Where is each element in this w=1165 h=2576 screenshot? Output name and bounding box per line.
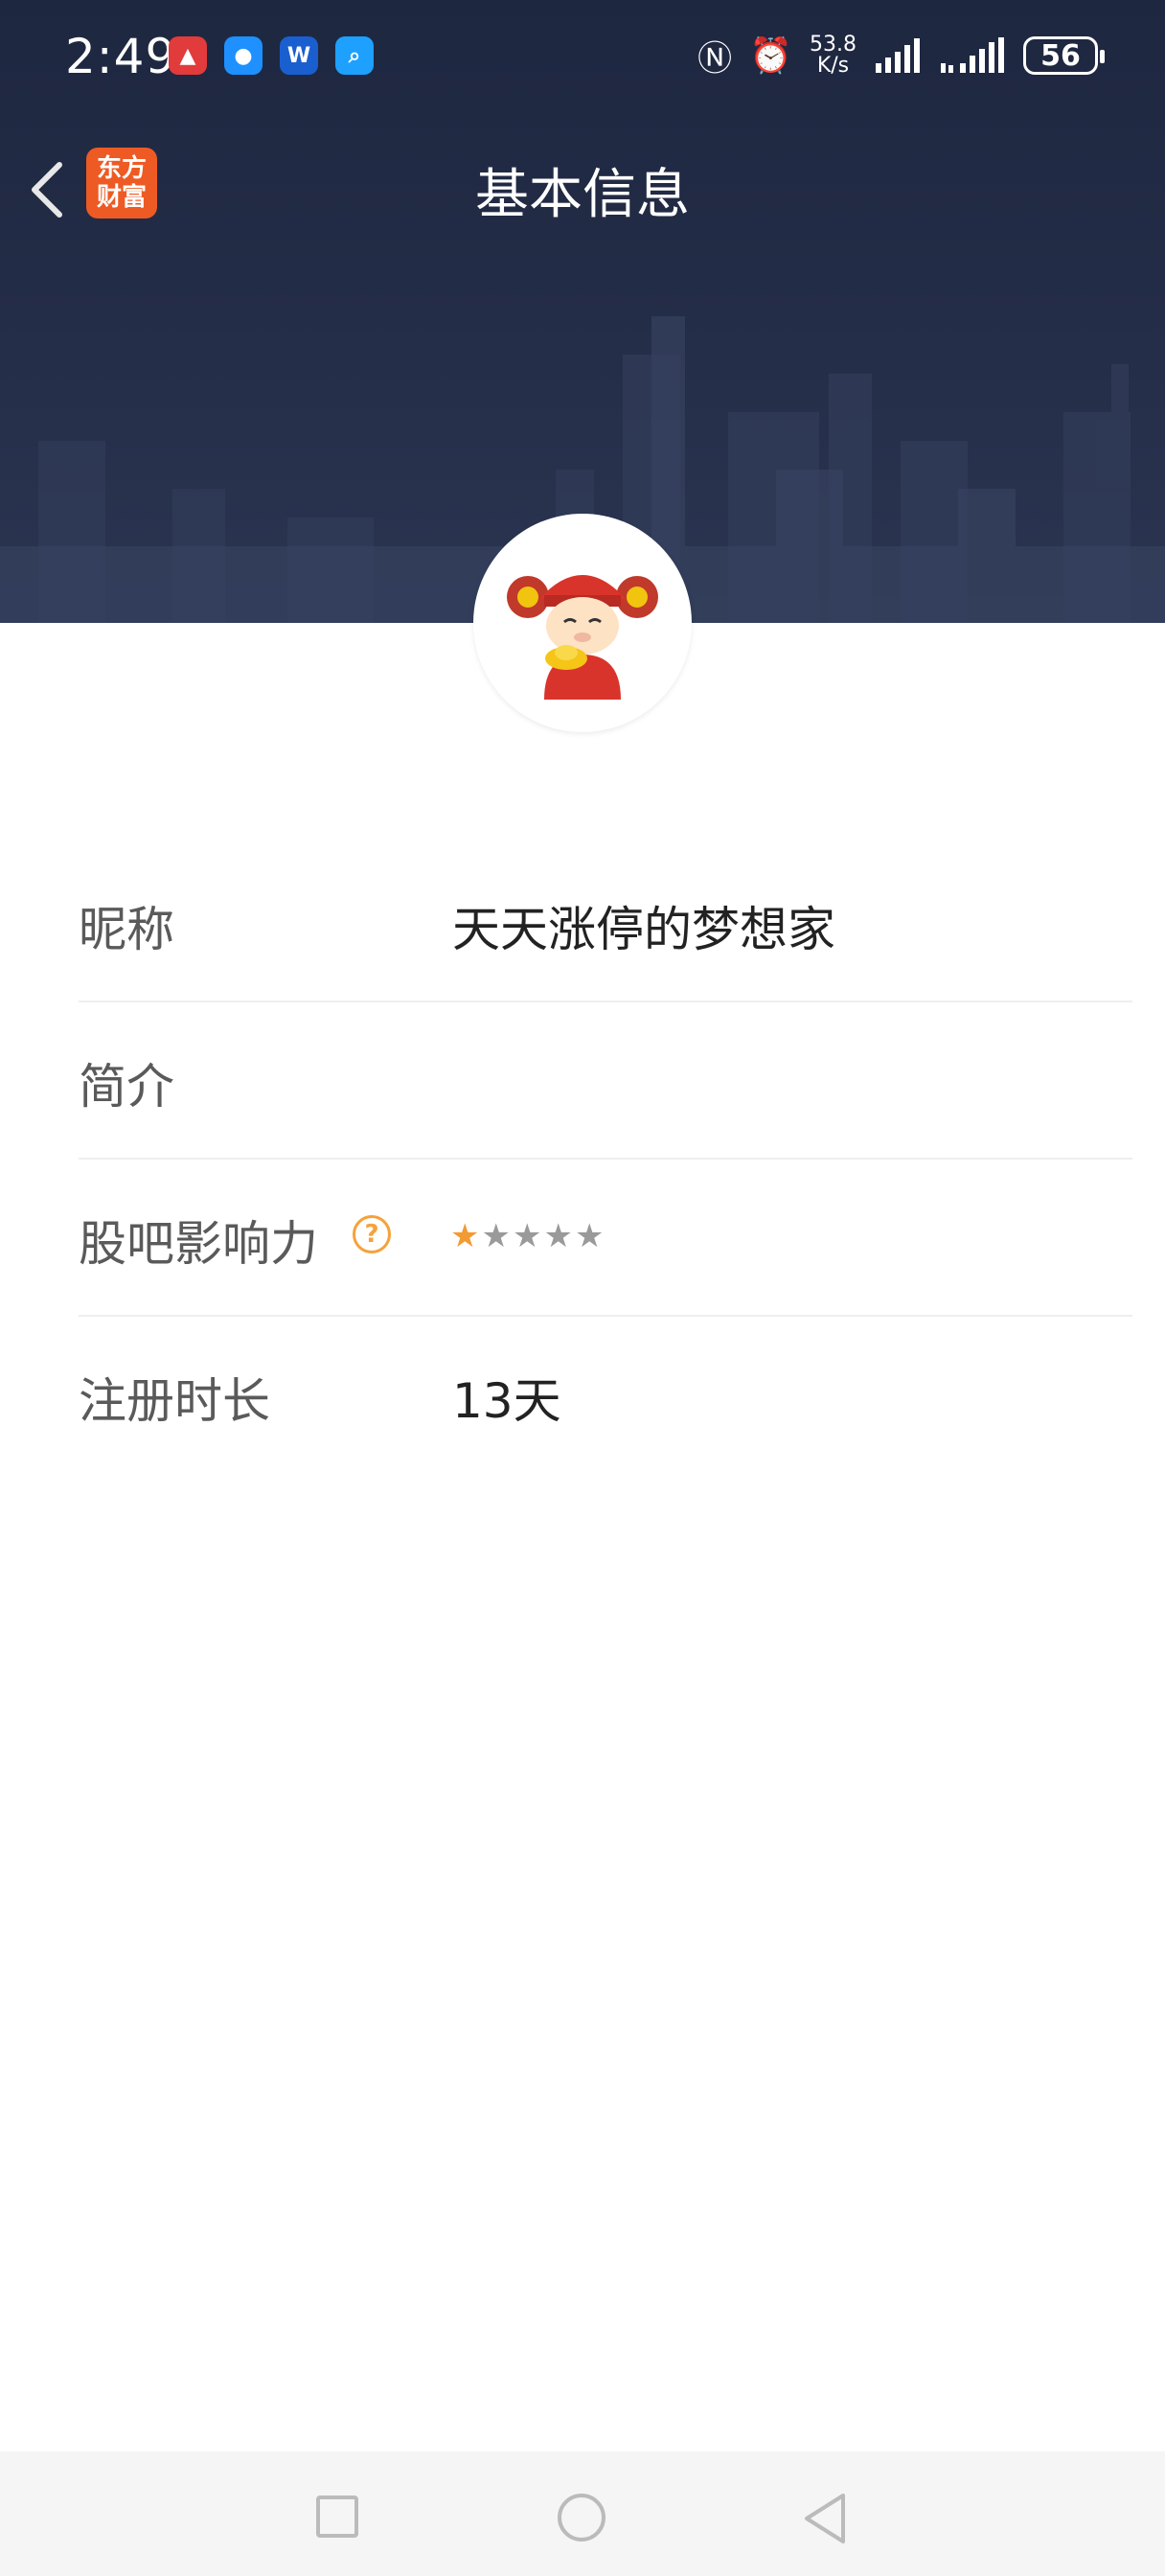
system-icons: Ⓝ ⏰ 53.8 K/s 56 [697,31,1105,80]
message-notification-icon: ● [224,36,263,75]
influence-rating: ★ ★ ★ ★ ★ [450,1217,604,1255]
register-duration-value: 13天 [452,1373,561,1429]
nickname-row[interactable]: 昵称 天天涨停的梦想家 [79,845,1132,1002]
star-filled-icon: ★ [450,1217,480,1255]
nickname-value: 天天涨停的梦想家 [452,902,835,957]
star-empty-icon: ★ [543,1217,573,1255]
search-notification-icon: ⌕ [335,36,374,75]
avatar-image [507,575,658,700]
status-time: 2:49 [65,29,177,84]
wps-notification-icon: W [280,36,318,75]
status-bar: 2:49 ▲ ● W ⌕ Ⓝ ⏰ 53.8 K/s 56 [0,0,1165,115]
register-duration-row: 注册时长 13天 [79,1317,1132,1472]
signal-icon [876,38,920,73]
battery-icon: 56 [1023,36,1105,75]
profile-info-list: 昵称 天天涨停的梦想家 简介 股吧影响力 ? ★ ★ ★ ★ ★ 注册时长 13天 [79,845,1132,1472]
notification-icons: ▲ ● W ⌕ [169,36,374,75]
system-navigation-bar [0,2451,1165,2576]
nav-bar: 东方 财富 基本信息 [0,134,1165,240]
signal-2-icon [941,37,1004,73]
star-empty-icon: ★ [512,1217,542,1255]
nfc-icon: Ⓝ [697,39,733,79]
avatar[interactable] [473,514,692,732]
network-speed-value: 53.8 [810,33,857,57]
star-empty-icon: ★ [481,1217,511,1255]
help-icon[interactable]: ? [353,1215,391,1254]
intro-row[interactable]: 简介 [79,1002,1132,1160]
influence-label: 股吧影响力 [79,1216,318,1272]
battery-level: 56 [1040,38,1081,73]
intro-label: 简介 [79,1059,174,1115]
register-duration-label: 注册时长 [79,1373,270,1429]
app-notification-icon: ▲ [169,36,207,75]
page-title: 基本信息 [475,164,690,226]
nickname-label: 昵称 [79,902,174,957]
system-back-button[interactable] [801,2492,849,2545]
recent-apps-button[interactable] [316,2496,358,2538]
network-speed-unit: K/s [816,54,850,78]
star-empty-icon: ★ [574,1217,605,1255]
home-button[interactable] [558,2494,605,2542]
alarm-icon: ⏰ [749,36,793,76]
influence-row: 股吧影响力 ? ★ ★ ★ ★ ★ [79,1160,1132,1317]
network-speed: 53.8 K/s [810,34,857,77]
